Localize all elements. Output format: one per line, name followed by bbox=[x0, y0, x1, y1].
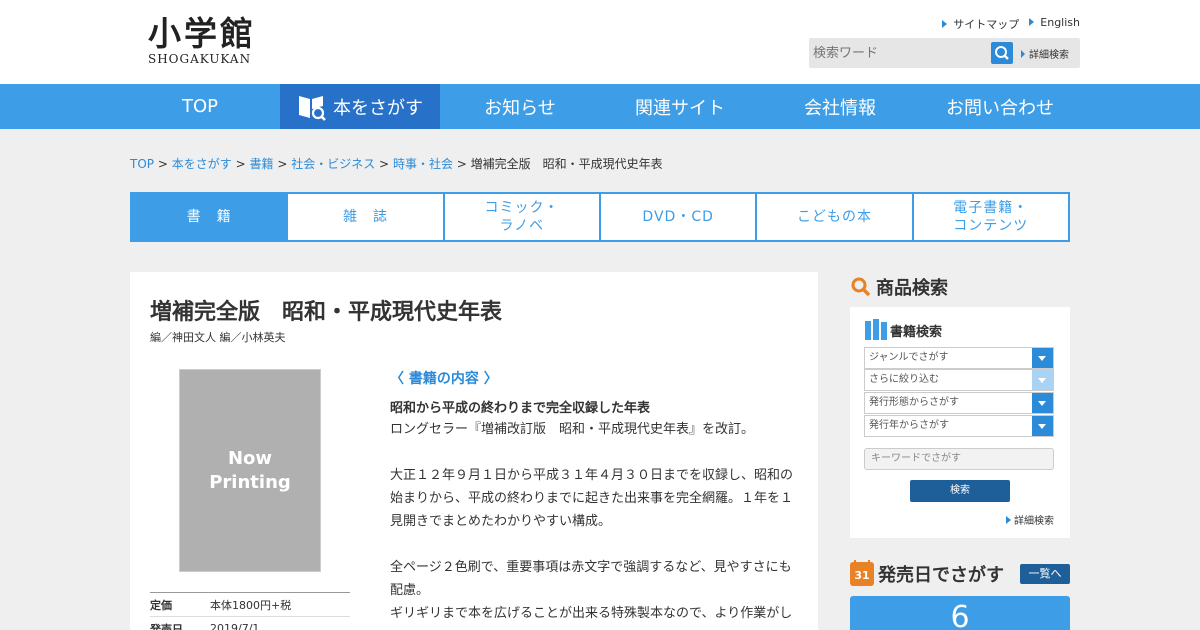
book-search-heading: 書籍検索 bbox=[864, 319, 942, 341]
breadcrumb-society-business[interactable]: 社会・ビジネス bbox=[291, 157, 375, 171]
spec-row: 発売日 2019/7/1 bbox=[150, 617, 350, 630]
tab-ebooks[interactable]: 電子書籍・ コンテンツ bbox=[911, 194, 1068, 240]
triangle-icon bbox=[1006, 516, 1011, 524]
nav-news[interactable]: お知らせ bbox=[440, 84, 600, 129]
tab-kids[interactable]: こどもの本 bbox=[755, 194, 911, 240]
release-date-heading: 31 発売日でさがす bbox=[850, 560, 1004, 587]
chevron-down-icon bbox=[1032, 370, 1053, 390]
breadcrumb-current-affairs[interactable]: 時事・社会 bbox=[393, 157, 453, 171]
cover-text-now: Now bbox=[227, 447, 273, 469]
search-input[interactable] bbox=[813, 41, 993, 65]
chevron-down-icon bbox=[1032, 348, 1053, 368]
description-paragraph: ロングセラー『増補改訂版 昭和・平成現代史年表』を改訂。 bbox=[390, 422, 755, 437]
description-body: ロングセラー『増補改訂版 昭和・平成現代史年表』を改訂。 大正１２年９月１日から… bbox=[390, 418, 800, 630]
spec-value: 本体1800円+税 bbox=[210, 598, 292, 612]
tab-dvd-cd[interactable]: DVD・CD bbox=[598, 194, 755, 240]
nav-company[interactable]: 会社情報 bbox=[760, 84, 920, 129]
nav-find-books[interactable]: 本をさがす bbox=[280, 84, 440, 129]
nav-contact[interactable]: お問い合わせ bbox=[920, 84, 1080, 129]
english-link[interactable]: English bbox=[1029, 16, 1080, 32]
side-advanced-search-link[interactable]: 詳細検索 bbox=[1006, 512, 1054, 527]
search-button[interactable] bbox=[991, 42, 1013, 64]
spec-key: 発売日 bbox=[150, 622, 183, 630]
breadcrumb-current: 増補完全版 昭和・平成現代史年表 bbox=[470, 157, 663, 171]
spec-row: 定価 本体1800円+税 bbox=[150, 593, 350, 617]
breadcrumb-top[interactable]: TOP bbox=[130, 157, 154, 171]
tab-magazines[interactable]: 雑 誌 bbox=[286, 194, 442, 240]
product-search-heading: 商品検索 bbox=[850, 274, 948, 300]
spec-key: 定価 bbox=[150, 598, 172, 612]
site-header: 小学館 SHOGAKUKAN サイトマップ English 詳細検索 bbox=[0, 0, 1200, 84]
description-paragraph: 大正１２年９月１日から平成３１年４月３０日までを収録し、昭和の始まりから、平成の… bbox=[390, 468, 794, 529]
cover-text-printing: Printing bbox=[209, 471, 291, 493]
header-search: 詳細検索 bbox=[809, 38, 1080, 68]
description-lead: 昭和から平成の終わりまで完全収録した年表 bbox=[390, 401, 651, 416]
calendar-icon: 31 bbox=[850, 560, 874, 586]
category-tabs: 書 籍 雑 誌 コミック・ ラノベ DVD・CD こどもの本 電子書籍・ コンテ… bbox=[130, 192, 1070, 242]
refine-select[interactable]: さらに絞り込む bbox=[864, 369, 1054, 391]
search-icon bbox=[995, 46, 1009, 60]
search-icon bbox=[851, 277, 871, 297]
breadcrumb-books[interactable]: 書籍 bbox=[249, 157, 273, 171]
nav-find-books-label: 本をさがす bbox=[333, 97, 423, 119]
book-search-box: 書籍検索 ジャンルでさがす さらに絞り込む 発行形態からさがす 発行年からさがす… bbox=[850, 307, 1070, 538]
format-select[interactable]: 発行形態からさがす bbox=[864, 392, 1054, 414]
shogakukan-logo[interactable]: 小学館 SHOGAKUKAN bbox=[148, 14, 256, 66]
keyword-input[interactable]: キーワードでさがす bbox=[864, 448, 1054, 470]
top-links: サイトマップ English bbox=[942, 16, 1080, 32]
chevron-down-icon bbox=[1032, 393, 1053, 413]
advanced-search-link[interactable]: 詳細検索 bbox=[1021, 46, 1069, 61]
description-heading: 〈 書籍の内容 〉 bbox=[390, 371, 498, 387]
search-submit-button[interactable]: 検索 bbox=[910, 480, 1010, 502]
book-search-icon bbox=[299, 95, 326, 121]
book-cover: Now Printing bbox=[179, 369, 321, 572]
tab-comics[interactable]: コミック・ ラノベ bbox=[442, 194, 599, 240]
nav-related-sites[interactable]: 関連サイト bbox=[600, 84, 760, 129]
description-paragraph: ギリギリまで本を広げることが出来る特殊製本なので、より作業がし bbox=[390, 606, 793, 621]
logo-jp: 小学館 bbox=[148, 14, 256, 53]
list-button[interactable]: 一覧へ bbox=[1020, 564, 1070, 584]
nav-top[interactable]: TOP bbox=[120, 84, 280, 129]
logo-en: SHOGAKUKAN bbox=[148, 52, 252, 66]
year-select[interactable]: 発行年からさがす bbox=[864, 415, 1054, 437]
month-display[interactable]: 6 bbox=[850, 596, 1070, 630]
global-nav: TOP 本をさがす お知らせ 関連サイト 会社情報 お問い合わせ bbox=[0, 84, 1200, 129]
spec-value: 2019/7/1 bbox=[210, 622, 260, 630]
book-detail-card: 増補完全版 昭和・平成現代史年表 編／神田文人 編／小林英夫 Now Print… bbox=[130, 272, 818, 630]
tab-books[interactable]: 書 籍 bbox=[132, 194, 287, 240]
triangle-icon bbox=[942, 20, 948, 28]
genre-select[interactable]: ジャンルでさがす bbox=[864, 347, 1054, 369]
triangle-icon bbox=[1021, 50, 1025, 58]
breadcrumb-find-books[interactable]: 本をさがす bbox=[172, 157, 232, 171]
triangle-icon bbox=[1029, 18, 1035, 26]
description-paragraph: 全ページ２色刷で、重要事項は赤文字で強調するなど、見やすさにも配慮。 bbox=[390, 560, 792, 598]
chevron-down-icon bbox=[1032, 416, 1053, 436]
breadcrumb: TOP > 本をさがす > 書籍 > 社会・ビジネス > 時事・社会 > 増補完… bbox=[130, 157, 663, 171]
book-title: 増補完全版 昭和・平成現代史年表 bbox=[150, 300, 503, 325]
book-authors: 編／神田文人 編／小林英夫 bbox=[150, 331, 286, 344]
books-icon bbox=[865, 319, 887, 340]
sitemap-link[interactable]: サイトマップ bbox=[942, 16, 1019, 32]
book-spec: 定価 本体1800円+税 発売日 2019/7/1 bbox=[150, 592, 350, 630]
